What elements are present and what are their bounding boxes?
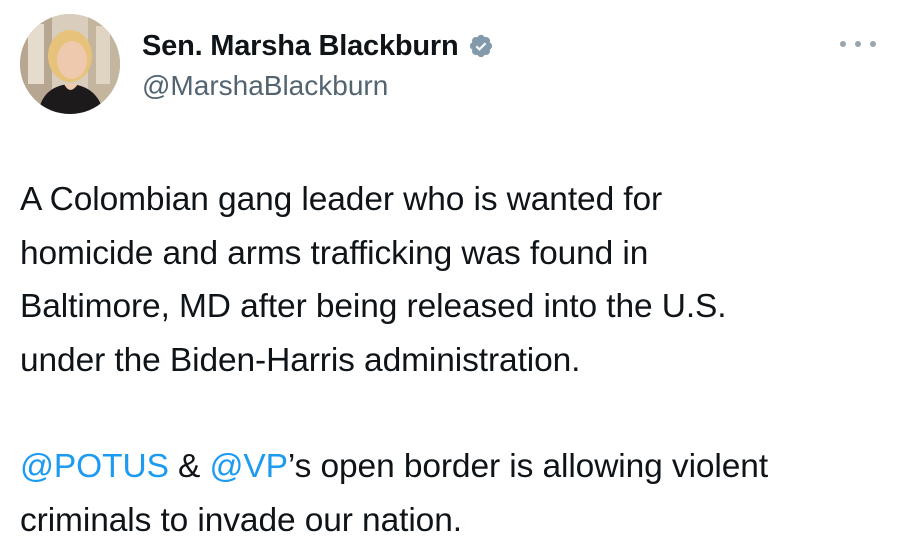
more-dot <box>870 41 876 47</box>
more-options-icon[interactable] <box>840 34 876 54</box>
tweet-paragraph-1: A Colombian gang leader who is wanted fo… <box>20 173 880 387</box>
more-dot <box>840 41 846 47</box>
tweet-line: @POTUS & @VP’s open border is allowing v… <box>20 440 880 494</box>
tweet-line: A Colombian gang leader who is wanted fo… <box>20 181 663 218</box>
mention-vp-link[interactable]: @VP <box>209 448 288 485</box>
avatar[interactable] <box>20 14 120 114</box>
tweet-line-rest: ’s open border is allowing violent <box>287 448 769 485</box>
tweet-line: homicide and arms trafficking was found … <box>20 234 649 272</box>
ampersand-text: & <box>168 448 210 485</box>
tweet-card: Sen. Marsha Blackburn @MarshaBlackburn A… <box>0 0 900 560</box>
profile-photo-icon <box>20 14 120 114</box>
tweet-line: criminals to invade our nation. <box>20 501 462 539</box>
verified-badge-icon[interactable] <box>468 33 494 59</box>
tweet-line: Baltimore, MD after being released into … <box>20 288 727 325</box>
name-row: Sen. Marsha Blackburn <box>142 26 494 66</box>
tweet-line: under the Biden-Harris administration. <box>20 341 581 379</box>
tweet-text: A Colombian gang leader who is wanted fo… <box>20 173 880 547</box>
author-handle[interactable]: @MarshaBlackburn <box>142 70 494 102</box>
author-display-name[interactable]: Sen. Marsha Blackburn <box>142 30 459 63</box>
mention-potus-link[interactable]: @POTUS <box>20 448 169 485</box>
tweet-paragraph-2: @POTUS & @VP’s open border is allowing v… <box>20 440 880 547</box>
author-identity: Sen. Marsha Blackburn @MarshaBlackburn <box>142 26 494 102</box>
more-dot <box>855 41 861 47</box>
